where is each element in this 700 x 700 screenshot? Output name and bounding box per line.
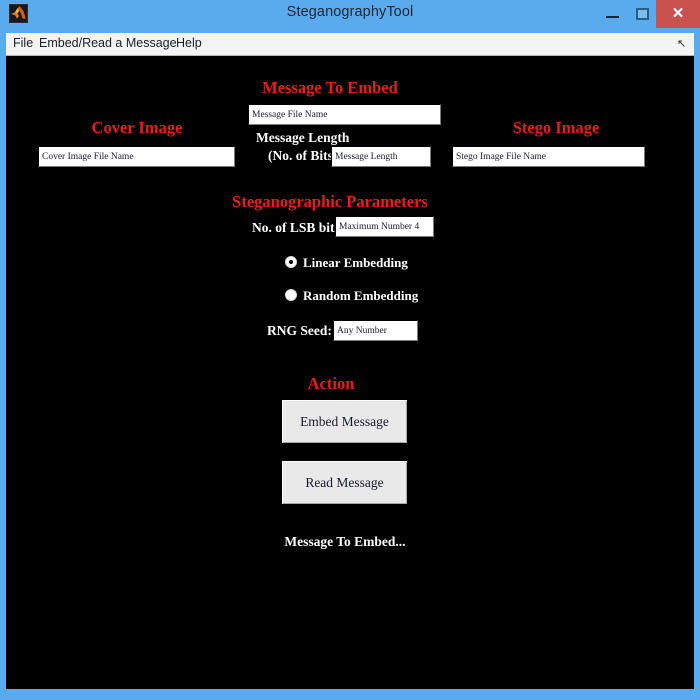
status-message: Message To Embed... <box>284 534 406 549</box>
lsb-bits-placeholder: Maximum Number 4 <box>339 221 420 232</box>
stego-image-file-name-placeholder: Stego Image File Name <box>456 151 546 162</box>
menu-item-embed-read-a-message[interactable]: Embed/Read a Message <box>39 36 177 50</box>
menu-bar: File Embed/Read a Message Help ↖ <box>6 33 694 56</box>
radio-unselected-icon <box>285 289 297 301</box>
close-button[interactable]: ✕ <box>656 0 700 28</box>
title-bar[interactable]: SteganographyTool ✕ <box>0 0 700 28</box>
window-title: SteganographyTool <box>286 4 414 20</box>
message-file-name-input[interactable]: Message File Name <box>248 104 441 125</box>
minimize-icon <box>606 16 619 18</box>
rng-seed-placeholder: Any Number <box>337 325 387 336</box>
message-length-placeholder: Message Length <box>335 151 398 162</box>
cursor-arrow-icon: ↖ <box>677 38 687 50</box>
cover-image-file-name-placeholder: Cover Image File Name <box>42 151 134 162</box>
embed-message-button[interactable]: Embed Message <box>281 399 408 444</box>
stego-image-file-name-input[interactable]: Stego Image File Name <box>452 146 645 167</box>
lsb-bits-input[interactable]: Maximum Number 4 <box>335 216 434 237</box>
message-length-label-line1: Message Length <box>256 130 350 145</box>
heading-message-to-embed: Message To Embed <box>262 78 398 97</box>
heading-action: Action <box>307 374 355 393</box>
minimize-button[interactable] <box>596 0 628 28</box>
menu-item-help[interactable]: Help <box>176 36 202 50</box>
cover-image-file-name-input[interactable]: Cover Image File Name <box>38 146 235 167</box>
close-icon: ✕ <box>671 5 685 22</box>
menu-item-file[interactable]: File <box>13 36 33 50</box>
embed-message-button-label: Embed Message <box>300 413 389 429</box>
maximize-button[interactable] <box>628 0 656 28</box>
heading-steganographic-parameters: Steganographic Parameters <box>232 192 428 211</box>
maximize-icon <box>636 8 649 20</box>
radio-random-embedding-label: Random Embedding <box>303 288 419 303</box>
rng-seed-label: RNG Seed: <box>267 323 332 338</box>
message-file-name-placeholder: Message File Name <box>252 109 328 120</box>
radio-selected-icon <box>285 256 297 268</box>
figure-canvas: Message To Embed Message File Name Messa… <box>6 56 694 689</box>
message-length-input[interactable]: Message Length <box>331 146 431 167</box>
lsb-bits-label: No. of LSB bits: <box>252 220 345 235</box>
application-window: SteganographyTool ✕ File Embed/Read a Me… <box>0 0 700 700</box>
heading-stego-image: Stego Image <box>512 118 600 137</box>
read-message-button[interactable]: Read Message <box>281 460 408 505</box>
rng-seed-input[interactable]: Any Number <box>333 320 418 341</box>
radio-linear-embedding-label: Linear Embedding <box>303 255 408 270</box>
read-message-button-label: Read Message <box>305 474 384 490</box>
heading-cover-image: Cover Image <box>91 118 183 137</box>
